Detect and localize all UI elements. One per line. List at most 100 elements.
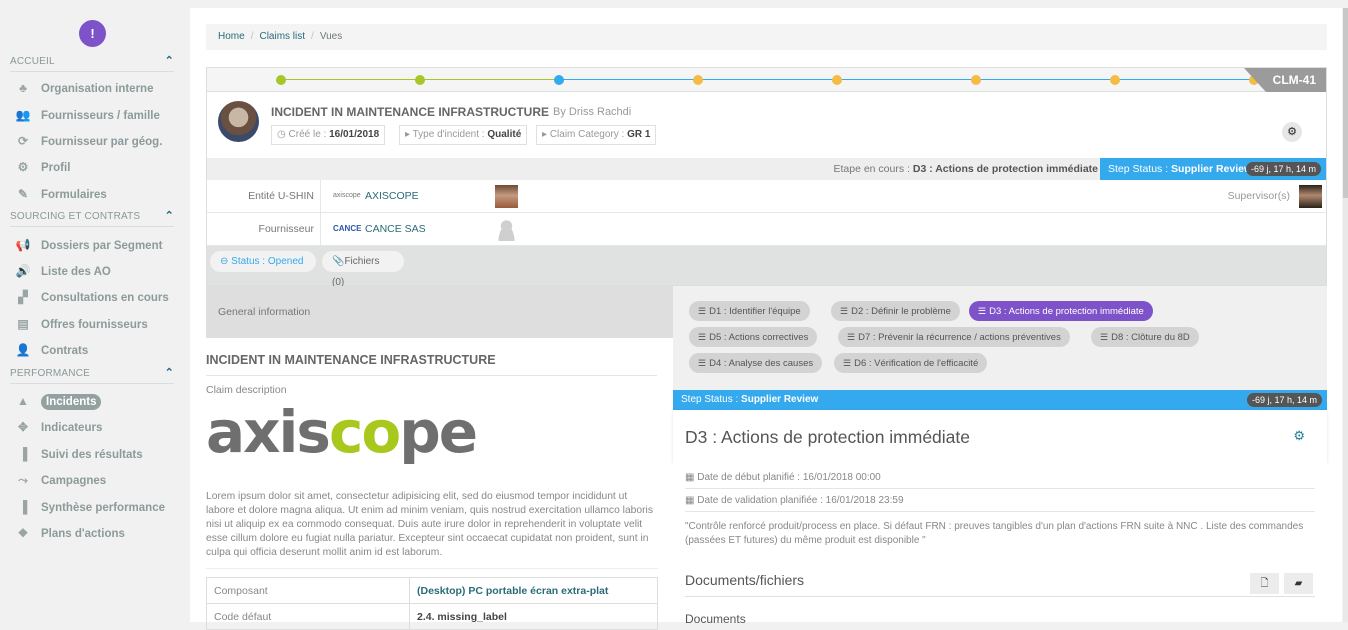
breadcrumb-claims-list[interactable]: Claims list	[259, 31, 305, 42]
chevron-up-icon[interactable]: ⌃	[165, 209, 174, 222]
step-button-d8[interactable]: ☰ D8 : Clôture du 8D	[1091, 327, 1199, 347]
gear-icon[interactable]: ⚙	[1293, 428, 1305, 444]
logo-part: axis	[206, 398, 331, 466]
supplier-logo: CANCE	[333, 224, 362, 233]
files-pill[interactable]: 📎Fichiers (0)	[322, 251, 404, 288]
entity-value[interactable]: AXISCOPE	[365, 180, 419, 212]
sidebar-item-suivi[interactable]: ▐ Suivi des résultats	[14, 444, 184, 464]
sidebar-item-label: Synthèse performance	[41, 502, 165, 514]
step-status-label: Step Status :	[1108, 163, 1169, 175]
sidebar-item-dossiers[interactable]: 📢 Dossiers par Segment	[14, 235, 184, 255]
sidebar-item-contrats[interactable]: 👤 Contrats	[14, 340, 184, 360]
status-pill[interactable]: ⊖ Status : Opened	[210, 251, 316, 272]
step-status-label: Step Status :	[681, 394, 739, 405]
sidebar-item-campagnes[interactable]: ⤳ Campagnes	[14, 470, 184, 490]
file-icon: 🗋	[1260, 578, 1269, 589]
step-label: D6 : Vérification de l'efficacité	[854, 358, 979, 369]
step-button-d4[interactable]: ☰ D4 : Analyse des causes	[689, 353, 823, 373]
author-avatar	[218, 101, 259, 142]
sidebar-item-label: Plans d'actions	[41, 528, 125, 540]
etape-value: D3 : Actions de protection immédiate	[912, 163, 1098, 175]
timeline-step-dot-2[interactable]	[415, 75, 425, 85]
timeline-step-dot-1[interactable]	[276, 75, 286, 85]
sidebar-item-label: Liste des AO	[41, 266, 111, 278]
general-info-tab[interactable]: General information	[206, 286, 673, 338]
entity-contact-avatar[interactable]	[495, 185, 518, 208]
list-icon: ☰	[978, 306, 987, 316]
current-step-card: D3 : Actions de protection immédiate ⚙	[673, 410, 1327, 462]
status-label: Status : Opened	[231, 256, 304, 267]
step-button-d2[interactable]: ☰ D2 : Définir le problème	[831, 301, 960, 321]
step-button-d1[interactable]: ☰ D1 : Identifier l'équipe	[689, 301, 810, 321]
entity-row: Entité U-SHIN axiscope AXISCOPE Supervis…	[207, 180, 1326, 213]
sidebar-item-profil[interactable]: ⚙ Profil	[14, 157, 184, 177]
breadcrumb-home[interactable]: Home	[218, 31, 245, 42]
timeline-step-dot-7[interactable]	[1110, 75, 1120, 85]
new-file-button[interactable]: 🗋	[1250, 573, 1279, 594]
sidebar-item-incidents[interactable]: ▲ Incidents	[14, 391, 184, 411]
incident-type-box: ▸ Type d'incident : Qualité	[399, 125, 528, 145]
sidebar-item-offres[interactable]: ▤ Offres fournisseurs	[14, 314, 184, 334]
supplier-value[interactable]: CANCE SAS	[365, 213, 426, 245]
sidebar-item-fournisseur-geog[interactable]: ⟳ Fournisseur par géog.	[14, 131, 184, 151]
sidebar-item-fournisseurs-famille[interactable]: 👥 Fournisseurs / famille	[14, 105, 184, 125]
sidebar-item-label: Suivi des résultats	[41, 449, 143, 461]
sidebar-item-indicateurs[interactable]: ✥ Indicateurs	[14, 417, 184, 437]
section-title: SOURCING ET CONTRATS	[10, 211, 141, 222]
supervisor-avatar[interactable]	[1299, 185, 1322, 208]
start-date-row: ▦ Date de début planifié : 16/01/2018 00…	[685, 466, 1315, 489]
step-description: "Contrôle renforcé produit/process en pl…	[685, 521, 1304, 546]
section-performance[interactable]: PERFORMANCE ⌃	[10, 366, 174, 384]
sidebar-item-label: Consultations en cours	[41, 292, 169, 304]
sidebar-item-formulaires[interactable]: ✎ Formulaires	[14, 184, 184, 204]
step-button-d5[interactable]: ☰ D5 : Actions correctives	[689, 327, 818, 347]
section-accueil[interactable]: ACCUEIL ⌃	[10, 54, 174, 72]
list-icon: ☰	[847, 332, 856, 342]
supplier-contact-avatar-placeholder[interactable]	[495, 218, 518, 241]
step-button-d6[interactable]: ☰ D6 : Vérification de l'efficacité	[834, 353, 988, 373]
current-step-body: ▦ Date de début planifié : 16/01/2018 00…	[673, 462, 1327, 626]
etape-label: Etape en cours :	[833, 163, 910, 175]
current-step-bar: Etape en cours : D3 : Actions de protect…	[207, 158, 1326, 180]
library-button[interactable]: ▰	[1284, 573, 1313, 594]
breadcrumb-current: Vues	[319, 31, 343, 42]
sidebar-item-plans[interactable]: ❖ Plans d'actions	[14, 523, 184, 543]
step-status-value: Supplier Review	[741, 394, 819, 405]
timeline-step-dot-6[interactable]	[971, 75, 981, 85]
timeline-step-dot-3[interactable]	[554, 75, 564, 85]
step-button-d7[interactable]: ☰ D7 : Prévenir la récurrence / actions p…	[838, 327, 1070, 347]
sidebar: ! ACCUEIL ⌃ ♣ Organisation interne 👥 Fourn…	[0, 0, 190, 622]
table-value[interactable]: (Desktop) PC portable écran extra-plat	[409, 577, 658, 604]
settings-button[interactable]: ⚙	[1282, 122, 1302, 142]
page-scrollbar[interactable]	[1343, 8, 1348, 622]
step-status-value: Supplier Review	[1171, 163, 1253, 175]
supplier-label: Fournisseur	[207, 213, 321, 245]
timeline-step-dot-4[interactable]	[693, 75, 703, 85]
entity-label: Entité U-SHIN	[207, 180, 321, 212]
paperclip-icon: 📎	[332, 256, 345, 267]
timeline-step-dot-5[interactable]	[832, 75, 842, 85]
timer-badge: -69 j, 17 h, 14 m	[1246, 393, 1322, 407]
sidebar-item-label: Contrats	[41, 345, 89, 357]
sidebar-item-organisation[interactable]: ♣ Organisation interne	[14, 78, 184, 98]
document-icon: ▤	[17, 317, 29, 331]
minus-circle-icon: ⊖	[220, 256, 232, 267]
table-value: 2.4. missing_label	[409, 603, 658, 630]
step-label: D3 : Actions de protection immédiate	[989, 306, 1144, 317]
step-button-d3[interactable]: ☰ D3 : Actions de protection immédiate	[969, 301, 1153, 321]
claim-description-text: Lorem ipsum dolor sit amet, consectetur …	[206, 490, 658, 569]
sidebar-item-label: Profil	[41, 162, 71, 174]
section-sourcing[interactable]: SOURCING ET CONTRATS ⌃	[10, 209, 174, 227]
timeline-segment	[1115, 79, 1254, 80]
sidebar-item-consultations[interactable]: ▞ Consultations en cours	[14, 287, 184, 307]
claim-category-box: ▸ Claim Category : GR 1	[536, 125, 657, 145]
scrollbar-thumb[interactable]	[1343, 8, 1348, 198]
calendar-icon: ▦	[685, 495, 698, 506]
sidebar-item-synthese[interactable]: ▐ Synthèse performance	[14, 497, 184, 517]
breadcrumb-separator: /	[311, 31, 314, 42]
chevron-up-icon[interactable]: ⌃	[165, 366, 174, 379]
sidebar-item-liste-ao[interactable]: 🔊 Liste des AO	[14, 261, 184, 281]
axiscope-logo: axiscope	[206, 398, 478, 466]
alert-icon[interactable]: !	[79, 20, 106, 47]
chevron-up-icon[interactable]: ⌃	[165, 54, 174, 67]
